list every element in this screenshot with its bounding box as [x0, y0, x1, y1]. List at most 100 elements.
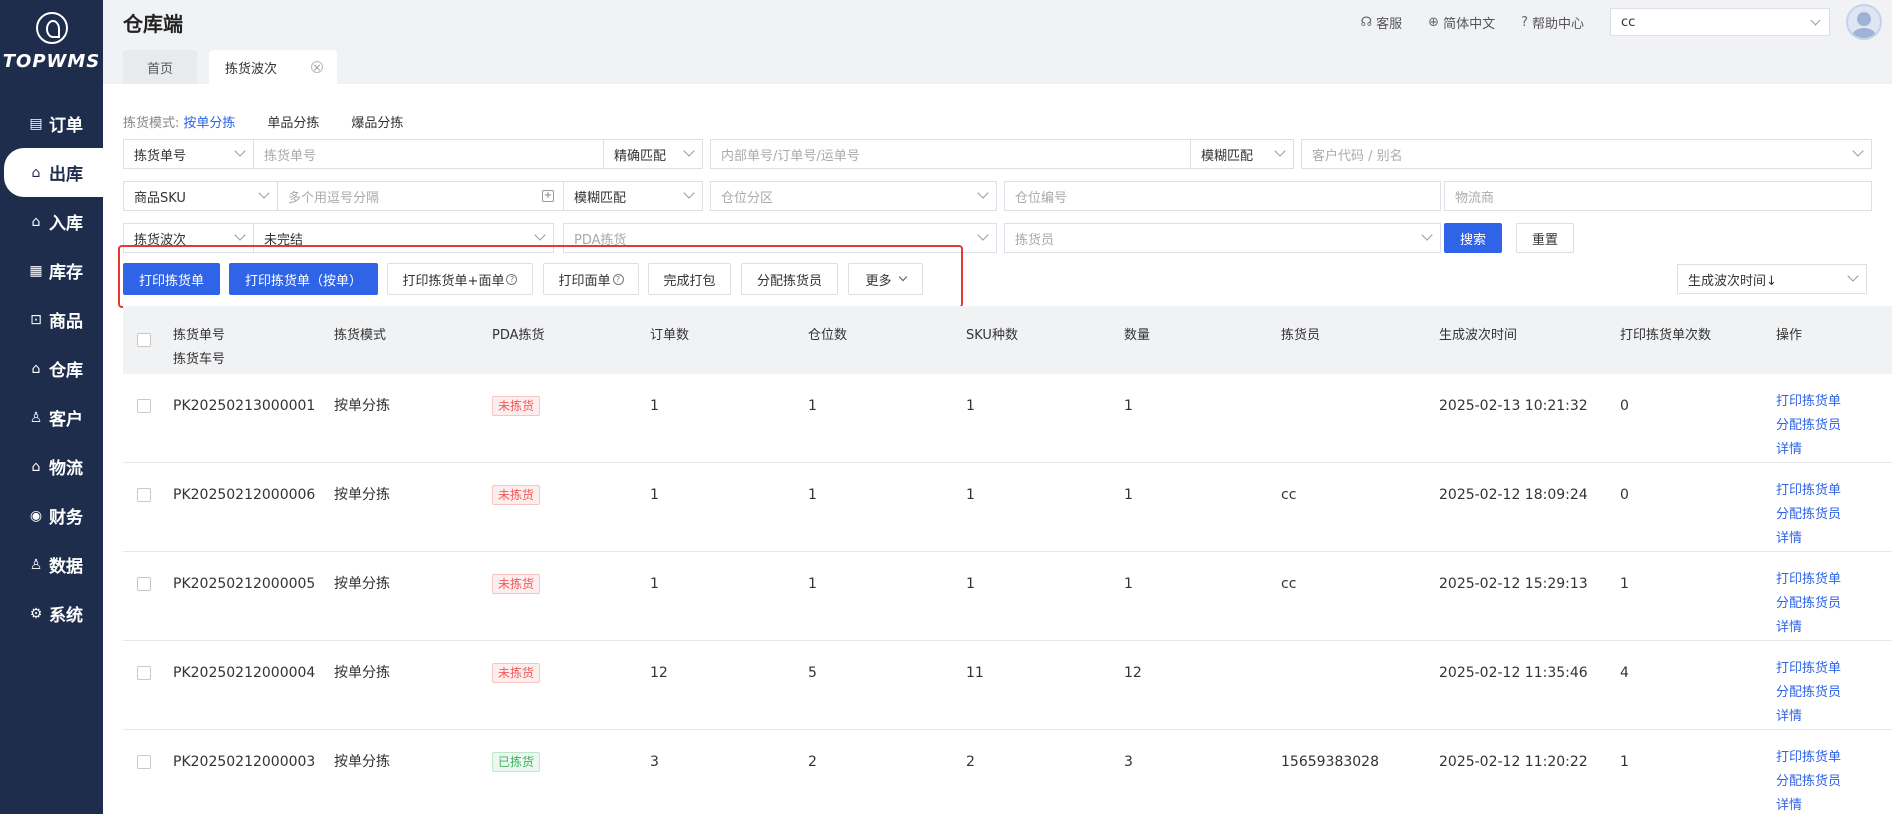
row-checkbox[interactable] [137, 488, 151, 502]
header-created: 生成波次时间 [1439, 328, 1518, 343]
status-badge: 已拣货 [492, 752, 541, 772]
cell-qty: 12 [1124, 665, 1142, 681]
print-pick-list-link[interactable]: 打印拣货单 [1776, 479, 1841, 503]
assign-picker-link[interactable]: 分配拣货员 [1776, 503, 1841, 527]
pick-no-type-select[interactable]: 拣货单号 [123, 139, 254, 169]
cell-created: 2025-02-13 10:21:32 [1439, 398, 1588, 414]
avatar[interactable] [1846, 4, 1882, 40]
batch-add-icon[interactable]: + [542, 190, 554, 202]
sidebar-item-10[interactable]: ⚙ 系统 [0, 589, 103, 638]
print-pick-list-label: 打印拣货单 [138, 273, 204, 289]
print-pick-list-link[interactable]: 打印拣货单 [1776, 568, 1841, 592]
sidebar-item-1[interactable]: ⌂ 出库 [4, 148, 103, 197]
detail-link[interactable]: 详情 [1776, 705, 1841, 729]
finish-pack-button[interactable]: 完成打包 [648, 263, 731, 295]
cell-pda: 未拣货 [492, 572, 541, 596]
table-row: PK20250212000006 按单分拣 未拣货 1 1 1 1 cc 2025-02-12 … [123, 463, 1892, 552]
carrier-placeholder: 物流商 [1455, 190, 1495, 206]
sku-type-select[interactable]: 商品SKU [123, 181, 278, 211]
print-pick-list-by-order-button[interactable]: 打印拣货单（按单） [229, 263, 378, 295]
chevron-down-icon [1274, 145, 1286, 157]
zone-select[interactable]: 仓位分区 [710, 181, 997, 211]
warehouse-select[interactable]: cc [1610, 8, 1830, 36]
cell-picker: cc [1281, 487, 1297, 503]
order-no-input[interactable]: 内部单号/订单号/运单号 [710, 139, 1191, 169]
row-checkbox[interactable] [137, 666, 151, 680]
header-right: ☊ 客服 ⊕ 简体中文 ? 帮助中心 cc [1361, 0, 1892, 44]
header-pda: PDA拣货 [492, 328, 545, 343]
select-all-checkbox[interactable] [137, 333, 151, 347]
header-link-label: 帮助中心 [1531, 16, 1584, 32]
sidebar-item-8[interactable]: ◉ 财务 [0, 491, 103, 540]
sku-input[interactable]: 多个用逗号分隔 + [277, 181, 564, 211]
header-cart-no-label: 拣货车号 [173, 352, 226, 367]
cell-sku: 1 [966, 576, 975, 592]
picker-select[interactable]: 拣货员 [1004, 223, 1441, 253]
detail-link[interactable]: 详情 [1776, 438, 1841, 462]
wave-type-select[interactable]: 拣货波次 [123, 223, 254, 253]
close-icon[interactable]: × [311, 61, 324, 73]
header-link-1[interactable]: ⊕ 简体中文 [1428, 13, 1495, 32]
customer-select[interactable]: 客户代码 / 别名 [1301, 139, 1872, 169]
row-checkbox[interactable] [137, 577, 151, 591]
header-qty: 数量 [1124, 328, 1151, 343]
cell-pick-no: PK20250212000005 [173, 576, 316, 592]
assign-picker-link[interactable]: 分配拣货员 [1776, 592, 1841, 616]
sidebar-nav: ▤ 订单 ⌂ 出库 ⌂ 入库 ▦ 库存 ⊡ 商品 ⌂ 仓库 ♙ 客户 ⌂ 物流 ◉ 财务 ♙ 数据 ⚙ 系统 [0, 99, 103, 638]
wave-type-value: 拣货波次 [134, 232, 187, 248]
sidebar-item-label: 数据 [49, 557, 83, 577]
more-button[interactable]: 更多 [848, 263, 923, 295]
header-link-2[interactable]: ? 帮助中心 [1521, 13, 1584, 32]
detail-link[interactable]: 详情 [1776, 794, 1841, 814]
row-checkbox[interactable] [137, 755, 151, 769]
goods-icon: ⊡ [30, 311, 42, 328]
sidebar-item-6[interactable]: ♙ 客户 [0, 393, 103, 442]
sidebar-item-3[interactable]: ▦ 库存 [0, 246, 103, 295]
search-button[interactable]: 搜索 [1444, 223, 1502, 253]
header-link-0[interactable]: ☊ 客服 [1361, 13, 1403, 32]
match-mode-select-1[interactable]: 精确匹配 [603, 139, 703, 169]
sidebar-item-5[interactable]: ⌂ 仓库 [0, 344, 103, 393]
match-mode-value-2: 模糊匹配 [1201, 148, 1254, 164]
reset-button[interactable]: 重置 [1516, 223, 1574, 253]
print-waybill-button[interactable]: 打印面单? [543, 263, 639, 295]
match-mode-select-2[interactable]: 模糊匹配 [1190, 139, 1294, 169]
sidebar-item-2[interactable]: ⌂ 入库 [0, 197, 103, 246]
sidebar-item-0[interactable]: ▤ 订单 [0, 99, 103, 148]
pick-mode-hot-item[interactable]: 爆品分拣 [351, 112, 403, 131]
print-pick-list-link[interactable]: 打印拣货单 [1776, 657, 1841, 681]
detail-link[interactable]: 详情 [1776, 616, 1841, 640]
header-picker: 拣货员 [1281, 328, 1321, 343]
header-pick-no-label: 拣货单号 [173, 328, 226, 343]
print-pick-list-link[interactable]: 打印拣货单 [1776, 746, 1841, 770]
assign-picker-button[interactable]: 分配拣货员 [741, 263, 838, 295]
print-pick-list-waybill-button[interactable]: 打印拣货单+面单? [387, 263, 533, 295]
sidebar-item-7[interactable]: ⌂ 物流 [0, 442, 103, 491]
assign-picker-link[interactable]: 分配拣货员 [1776, 414, 1841, 438]
print-pick-list-button[interactable]: 打印拣货单 [123, 263, 220, 295]
tab-pick-wave[interactable]: 拣货波次 × [209, 50, 338, 84]
pda-select[interactable]: PDA拣货 [563, 223, 997, 253]
tab-home[interactable]: 首页 [123, 50, 198, 84]
pick-mode-single-item[interactable]: 单品分拣 [267, 112, 319, 131]
row-checkbox[interactable] [137, 399, 151, 413]
carrier-input[interactable]: 物流商 [1444, 181, 1872, 211]
wave-status-select[interactable]: 未完结 [253, 223, 554, 253]
tab-home-label: 首页 [147, 61, 174, 77]
sidebar-item-4[interactable]: ⊡ 商品 [0, 295, 103, 344]
detail-link[interactable]: 详情 [1776, 527, 1841, 551]
pick-no-input[interactable]: 拣货单号 [253, 139, 604, 169]
location-input[interactable]: 仓位编号 [1004, 181, 1441, 211]
cell-mode: 按单分拣 [334, 754, 390, 770]
cell-locations: 5 [808, 665, 817, 681]
sort-select[interactable]: 生成波次时间↓ [1677, 264, 1867, 294]
sidebar-item-9[interactable]: ♙ 数据 [0, 540, 103, 589]
print-pick-list-link[interactable]: 打印拣货单 [1776, 390, 1841, 414]
pick-mode-by-order[interactable]: 按单分拣 [183, 112, 235, 131]
sidebar-item-label: 财务 [49, 508, 83, 528]
cell-print-count: 1 [1620, 754, 1629, 770]
assign-picker-link[interactable]: 分配拣货员 [1776, 770, 1841, 794]
match-mode-select-3[interactable]: 模糊匹配 [563, 181, 703, 211]
assign-picker-link[interactable]: 分配拣货员 [1776, 681, 1841, 705]
pick-no-type-value: 拣货单号 [134, 148, 187, 164]
